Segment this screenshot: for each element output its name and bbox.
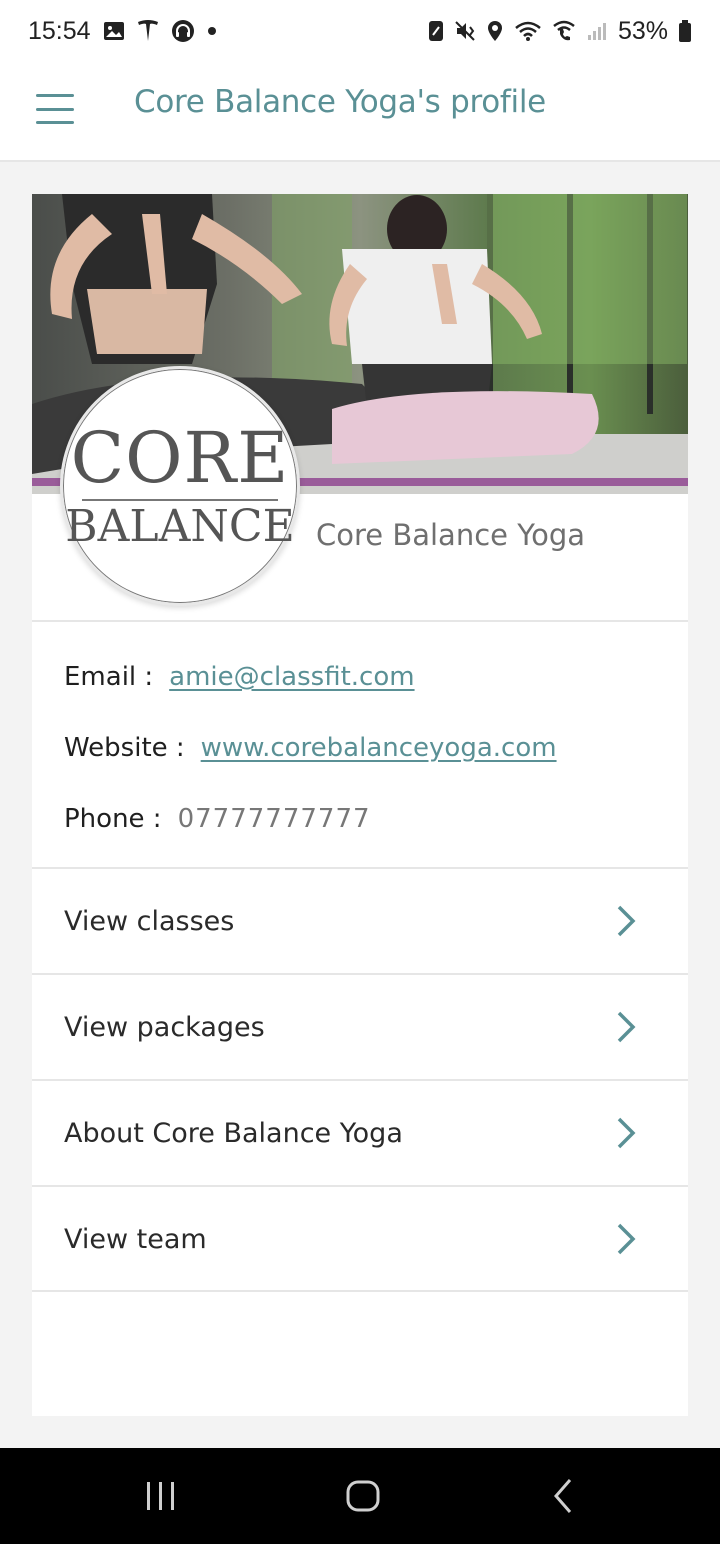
nfc-icon <box>428 20 444 42</box>
website-row: Website : www.corebalanceyoga.com <box>64 733 557 763</box>
nav-item-label: View packages <box>64 1011 265 1043</box>
chevron-right-icon <box>617 1011 636 1043</box>
nav-item-label: View classes <box>64 905 235 937</box>
hamburger-menu-icon[interactable] <box>36 94 76 124</box>
battery-icon <box>678 19 692 43</box>
divider <box>32 1290 688 1292</box>
wifi-call-icon <box>552 20 576 42</box>
nav-item-label: About Core Balance Yoga <box>64 1117 403 1149</box>
chevron-right-icon <box>617 1223 636 1255</box>
signal-icon <box>586 20 608 42</box>
website-link[interactable]: www.corebalanceyoga.com <box>201 733 557 763</box>
studio-logo: CORE BALANCE <box>60 366 300 606</box>
website-label: Website : <box>64 733 185 763</box>
chevron-right-icon <box>617 1117 636 1149</box>
chevron-right-icon <box>617 905 636 937</box>
status-time: 15:54 <box>28 16 91 45</box>
divider <box>32 620 688 622</box>
tesla-icon <box>137 19 159 43</box>
studio-name: Core Balance Yoga <box>316 518 586 552</box>
view-classes-button[interactable]: View classes <box>32 869 688 973</box>
profile-card: CORE BALANCE Core Balance Yoga Email : a… <box>32 194 688 1416</box>
recents-icon[interactable] <box>144 1476 178 1516</box>
logo-text-balance: BALANCE <box>65 501 295 552</box>
phone-row: Phone : 07777777777 <box>64 804 371 834</box>
email-row: Email : amie@classfit.com <box>64 662 415 692</box>
mute-vibrate-icon <box>454 20 476 42</box>
about-button[interactable]: About Core Balance Yoga <box>32 1081 688 1185</box>
location-icon <box>486 20 504 42</box>
status-right: 53% <box>428 17 692 46</box>
view-packages-button[interactable]: View packages <box>32 975 688 1079</box>
dot-icon <box>207 26 217 36</box>
email-label: Email : <box>64 662 154 692</box>
battery-percent: 53% <box>617 16 668 45</box>
home-icon[interactable] <box>344 1476 382 1516</box>
logo-text-core: CORE <box>70 417 290 499</box>
phone-label: Phone : <box>64 804 162 834</box>
headset-icon <box>171 19 195 43</box>
view-team-button[interactable]: View team <box>32 1187 688 1291</box>
page-title: Core Balance Yoga's profile <box>134 84 546 120</box>
back-icon[interactable] <box>550 1476 576 1516</box>
system-nav-bar <box>0 1448 720 1544</box>
wifi-icon <box>514 20 542 42</box>
status-bar: 15:54 53% <box>0 0 720 62</box>
status-left: 15:54 <box>28 17 217 46</box>
app-bar: Core Balance Yoga's profile <box>0 62 720 162</box>
phone-value: 07777777777 <box>177 804 371 834</box>
nav-item-label: View team <box>64 1223 207 1255</box>
gallery-icon <box>103 20 125 42</box>
email-link[interactable]: amie@classfit.com <box>169 662 414 692</box>
